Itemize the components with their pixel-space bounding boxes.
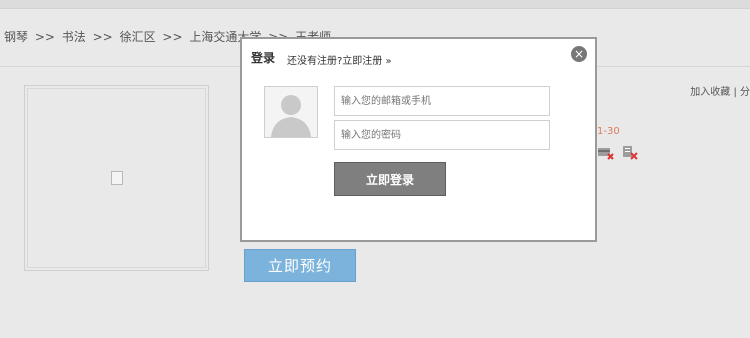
crumb-sep: >>: [92, 30, 113, 44]
teacher-photo-frame: [24, 85, 209, 271]
crumb-piano[interactable]: 钢琴: [4, 30, 28, 44]
book-now-button[interactable]: 立即预约: [244, 249, 356, 282]
doc-x-icon[interactable]: [622, 146, 638, 160]
header-links[interactable]: 加入收藏 | 分: [690, 83, 750, 98]
login-button[interactable]: 立即登录: [334, 162, 446, 196]
top-bar: [0, 0, 750, 9]
avatar-placeholder-icon: [264, 86, 318, 138]
crumb-sep: >>: [162, 30, 183, 44]
email-field[interactable]: [334, 86, 550, 116]
crumb-xuhui[interactable]: 徐汇区: [120, 30, 156, 44]
broken-image-icon: [111, 171, 123, 185]
modal-title: 登录: [251, 51, 276, 65]
close-icon[interactable]: ×: [571, 46, 587, 62]
crumb-calligraphy[interactable]: 书法: [62, 30, 86, 44]
crumb-sep: >>: [34, 30, 55, 44]
card-x-icon[interactable]: [598, 146, 614, 160]
login-modal: 登录 还没有注册?立即注册 » × 立即登录: [240, 37, 597, 242]
session-range: 1-30: [597, 126, 620, 137]
password-field[interactable]: [334, 120, 550, 150]
register-link[interactable]: 还没有注册?立即注册 »: [287, 52, 392, 67]
